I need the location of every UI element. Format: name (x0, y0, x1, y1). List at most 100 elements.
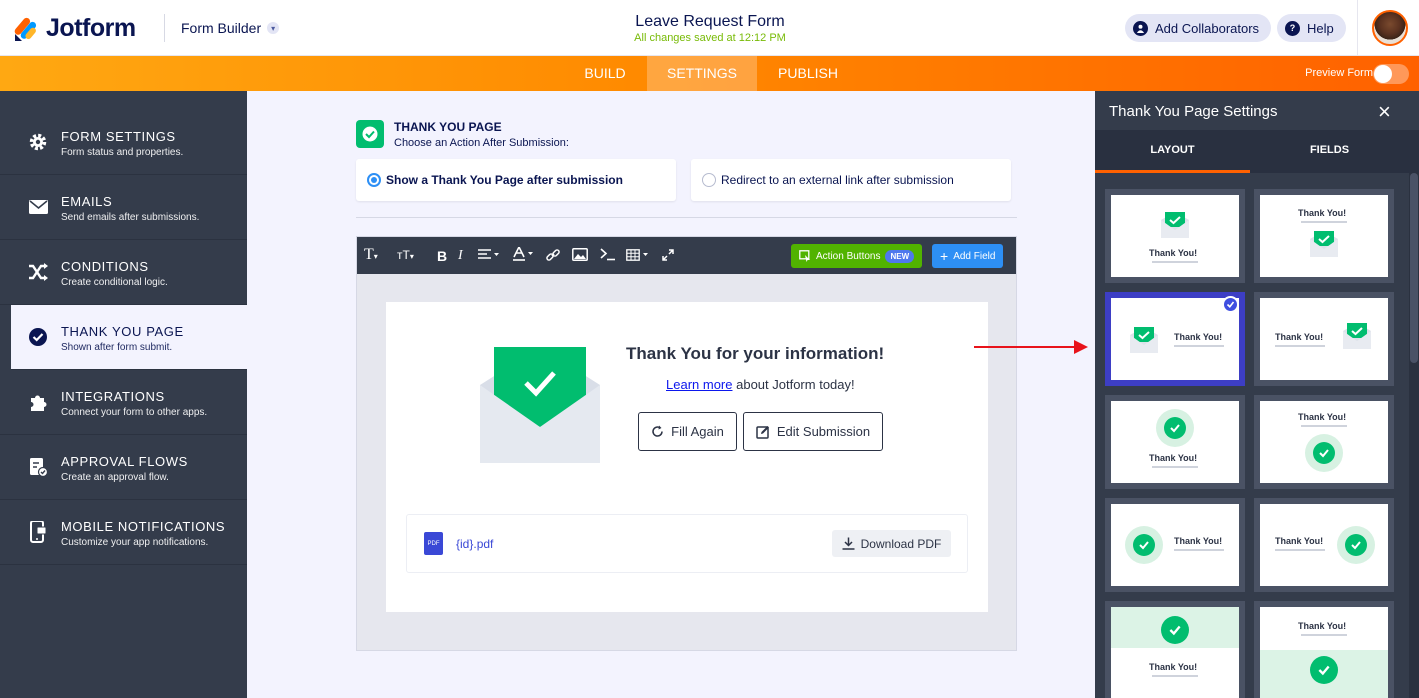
layout-subtext-line (1152, 261, 1198, 263)
preview-form-toggle[interactable] (1373, 64, 1409, 84)
refresh-icon (652, 425, 663, 437)
thank-you-heading: Thank You for your information! (626, 344, 885, 363)
align-icon[interactable] (478, 248, 500, 264)
sidebar-item-subtitle: Shown after form submit. (61, 342, 173, 353)
italic-icon[interactable]: I (458, 248, 463, 264)
layout-option-4[interactable]: Thank You! (1254, 292, 1394, 386)
text-color-icon[interactable] (513, 245, 535, 264)
learn-more-link[interactable]: Learn more (666, 377, 732, 392)
link-icon[interactable] (546, 248, 560, 265)
sidebar-item-form-settings[interactable]: FORM SETTINGS Form status and properties… (0, 110, 247, 175)
sidebar-item-emails[interactable]: EMAILS Send emails after submissions. (0, 175, 247, 240)
scrollbar-thumb[interactable] (1410, 173, 1418, 363)
plus-icon: + (940, 248, 949, 264)
selected-check-icon (1222, 296, 1239, 313)
option-redirect[interactable]: Redirect to an external link after submi… (691, 159, 1011, 201)
sidebar-item-subtitle: Create conditional logic. (61, 277, 168, 288)
layout-option-9[interactable]: Thank You! (1105, 601, 1245, 698)
layout-thank-you-text: Thank You! (1298, 208, 1347, 218)
layout-subtext-line (1152, 675, 1198, 677)
avatar[interactable] (1372, 10, 1408, 46)
sidebar-item-subtitle: Form status and properties. (61, 147, 184, 158)
sidebar-item-subtitle: Create an approval flow. (61, 472, 169, 483)
cursor-icon (799, 250, 810, 262)
edit-submission-button[interactable]: Edit Submission (743, 412, 883, 451)
avatar-container (1357, 0, 1419, 56)
download-pdf-label: Download PDF (860, 536, 942, 551)
layout-option-8[interactable]: Thank You! (1254, 498, 1394, 592)
jotform-logo[interactable]: Jotform (14, 14, 136, 43)
sidebar-item-title: FORM SETTINGS (61, 129, 176, 144)
tab-publish[interactable]: PUBLISH (757, 56, 859, 91)
check-circle-icon (1161, 616, 1189, 644)
layout-preview: Thank You! (1111, 195, 1239, 277)
sidebar-item-title: INTEGRATIONS (61, 389, 165, 404)
layout-option-3[interactable]: Thank You! (1105, 292, 1245, 386)
form-title[interactable]: Leave Request Form (560, 13, 860, 31)
add-collaborators-label: Add Collaborators (1155, 20, 1260, 36)
radio-redirect[interactable] (702, 173, 716, 187)
layout-subtext-line (1152, 466, 1198, 468)
sidebar-item-mobile-notifications[interactable]: MOBILE NOTIFICATIONS Customize your app … (0, 500, 247, 565)
close-icon[interactable]: × (1378, 99, 1391, 125)
annotation-arrow (974, 340, 1088, 354)
tab-settings[interactable]: SETTINGS (647, 56, 757, 91)
help-button[interactable]: ? Help (1277, 14, 1346, 42)
font-size-icon[interactable]: тT▾ (397, 248, 414, 262)
header-divider (164, 14, 165, 42)
sidebar-item-subtitle: Customize your app notifications. (61, 537, 209, 548)
envelope-check-icon (1161, 212, 1189, 238)
layout-option-7[interactable]: Thank You! (1105, 498, 1245, 592)
layout-preview: Thank You! (1111, 401, 1239, 483)
fill-again-button[interactable]: Fill Again (638, 412, 737, 451)
panel-scrollbar[interactable] (1409, 173, 1419, 698)
bold-icon[interactable]: B (437, 248, 447, 264)
sidebar-item-thank-you-page[interactable]: THANK YOU PAGE Shown after form submit. (11, 305, 247, 370)
download-pdf-button[interactable]: Download PDF (832, 530, 951, 557)
sidebar-item-subtitle: Connect your form to other apps. (61, 407, 208, 418)
layout-thank-you-text: Thank You! (1149, 662, 1198, 672)
form-builder-dropdown[interactable]: Form Builder ▾ (181, 20, 280, 36)
thank-you-settings-panel: Thank You Page Settings × LAYOUT FIELDS … (1095, 91, 1419, 698)
code-icon[interactable] (600, 248, 616, 264)
add-collaborators-button[interactable]: Add Collaborators (1125, 14, 1272, 42)
divider (356, 217, 1017, 218)
layout-option-10[interactable]: Thank You! (1254, 601, 1394, 698)
layout-subtext-line (1275, 345, 1325, 347)
envelope-check-illustration (480, 347, 600, 463)
sidebar-item-approval-flows[interactable]: APPROVAL FLOWS Create an approval flow. (0, 435, 247, 500)
layout-option-1[interactable]: Thank You! (1105, 189, 1245, 283)
thank-you-check-icon (356, 120, 384, 148)
layout-thank-you-text: Thank You! (1149, 453, 1198, 463)
text-type-icon[interactable]: T▾ (364, 246, 378, 264)
sidebar-item-integrations[interactable]: INTEGRATIONS Connect your form to other … (0, 370, 247, 435)
layout-thank-you-text: Thank You! (1275, 332, 1324, 342)
layout-option-6[interactable]: Thank You! (1254, 395, 1394, 489)
check-circle-icon (28, 327, 48, 347)
sidebar-item-title: CONDITIONS (61, 259, 149, 274)
table-icon[interactable] (626, 248, 650, 264)
layout-thank-you-text: Thank You! (1275, 536, 1324, 546)
option-show-thank-you-page[interactable]: Show a Thank You Page after submission (356, 159, 676, 201)
layout-option-5[interactable]: Thank You! (1105, 395, 1245, 489)
action-buttons-button[interactable]: Action Buttons NEW (791, 244, 923, 268)
logo-text: Jotform (46, 14, 136, 42)
jotform-logo-icon (14, 17, 37, 41)
tab-fields[interactable]: FIELDS (1252, 130, 1407, 173)
tab-layout[interactable]: LAYOUT (1095, 130, 1250, 173)
layout-preview: Thank You! (1111, 504, 1239, 586)
layout-option-2[interactable]: Thank You! (1254, 189, 1394, 283)
radio-show[interactable] (367, 173, 381, 187)
sidebar-item-title: EMAILS (61, 194, 113, 209)
form-builder-label: Form Builder (181, 20, 262, 36)
sidebar-item-conditions[interactable]: CONDITIONS Create conditional logic. (0, 240, 247, 305)
image-icon[interactable] (572, 248, 588, 264)
tab-build[interactable]: BUILD (563, 56, 647, 91)
expand-icon[interactable] (662, 248, 674, 264)
edit-icon (756, 425, 769, 439)
add-field-button[interactable]: + Add Field (932, 244, 1004, 268)
thank-you-preview-card[interactable]: Thank You for your information! Learn mo… (386, 302, 988, 612)
sidebar-item-title: THANK YOU PAGE (61, 324, 184, 339)
action-buttons-label: Action Buttons (816, 250, 881, 262)
mobile-icon (28, 521, 48, 543)
